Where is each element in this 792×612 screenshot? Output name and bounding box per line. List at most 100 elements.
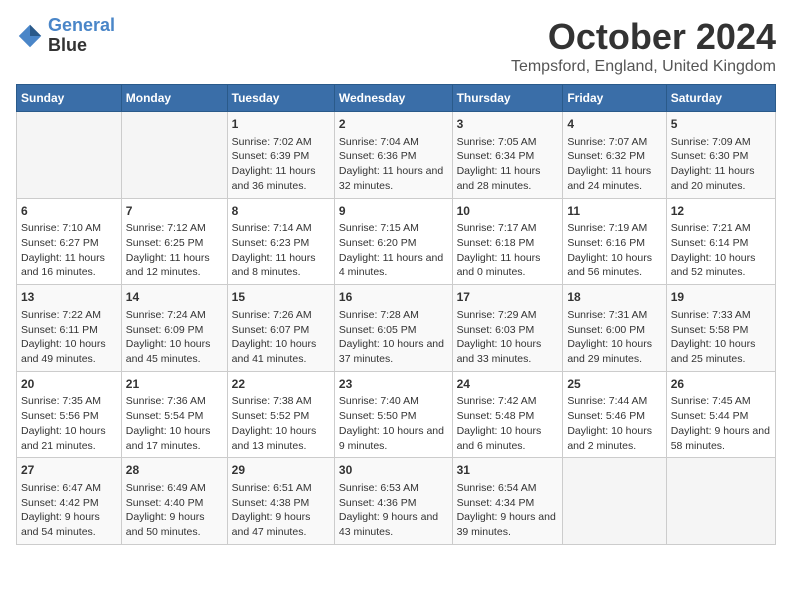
- daylight-text: Daylight: 11 hours and 4 minutes.: [339, 252, 443, 279]
- day-number: 28: [126, 462, 223, 479]
- daylight-text: Daylight: 9 hours and 39 minutes.: [457, 511, 556, 538]
- sunrise-text: Sunrise: 7:21 AM: [671, 222, 751, 234]
- calendar-cell: 8Sunrise: 7:14 AMSunset: 6:23 PMDaylight…: [227, 198, 334, 285]
- calendar-header-row: SundayMondayTuesdayWednesdayThursdayFrid…: [17, 85, 776, 112]
- calendar-cell: [17, 112, 122, 199]
- sunrise-text: Sunrise: 7:42 AM: [457, 395, 537, 407]
- sunset-text: Sunset: 4:36 PM: [339, 497, 417, 509]
- sunset-text: Sunset: 6:23 PM: [232, 237, 310, 249]
- calendar-cell: 9Sunrise: 7:15 AMSunset: 6:20 PMDaylight…: [334, 198, 452, 285]
- calendar-cell: [666, 458, 775, 545]
- sunrise-text: Sunrise: 7:19 AM: [567, 222, 647, 234]
- sunrise-text: Sunrise: 7:02 AM: [232, 136, 312, 148]
- sunset-text: Sunset: 6:27 PM: [21, 237, 99, 249]
- sunrise-text: Sunrise: 7:28 AM: [339, 309, 419, 321]
- daylight-text: Daylight: 11 hours and 36 minutes.: [232, 165, 316, 192]
- sunset-text: Sunset: 6:03 PM: [457, 324, 535, 336]
- sunrise-text: Sunrise: 7:29 AM: [457, 309, 537, 321]
- daylight-text: Daylight: 10 hours and 6 minutes.: [457, 425, 542, 452]
- calendar-cell: 1Sunrise: 7:02 AMSunset: 6:39 PMDaylight…: [227, 112, 334, 199]
- day-number: 18: [567, 289, 661, 306]
- sunrise-text: Sunrise: 7:09 AM: [671, 136, 751, 148]
- sunset-text: Sunset: 6:36 PM: [339, 150, 417, 162]
- calendar-cell: 11Sunrise: 7:19 AMSunset: 6:16 PMDayligh…: [563, 198, 666, 285]
- sunrise-text: Sunrise: 7:45 AM: [671, 395, 751, 407]
- sunset-text: Sunset: 6:32 PM: [567, 150, 645, 162]
- daylight-text: Daylight: 10 hours and 37 minutes.: [339, 338, 444, 365]
- day-of-week-header: Wednesday: [334, 85, 452, 112]
- day-number: 23: [339, 376, 448, 393]
- day-number: 31: [457, 462, 559, 479]
- day-number: 6: [21, 203, 117, 220]
- calendar-cell: 13Sunrise: 7:22 AMSunset: 6:11 PMDayligh…: [17, 285, 122, 372]
- day-number: 2: [339, 116, 448, 133]
- daylight-text: Daylight: 10 hours and 13 minutes.: [232, 425, 317, 452]
- sunrise-text: Sunrise: 7:14 AM: [232, 222, 312, 234]
- sunset-text: Sunset: 6:18 PM: [457, 237, 535, 249]
- sunrise-text: Sunrise: 7:10 AM: [21, 222, 101, 234]
- calendar-cell: 22Sunrise: 7:38 AMSunset: 5:52 PMDayligh…: [227, 371, 334, 458]
- daylight-text: Daylight: 11 hours and 8 minutes.: [232, 252, 316, 279]
- day-of-week-header: Thursday: [452, 85, 563, 112]
- daylight-text: Daylight: 10 hours and 56 minutes.: [567, 252, 652, 279]
- sunset-text: Sunset: 6:39 PM: [232, 150, 310, 162]
- sunset-text: Sunset: 5:48 PM: [457, 410, 535, 422]
- sunset-text: Sunset: 6:20 PM: [339, 237, 417, 249]
- sunrise-text: Sunrise: 6:49 AM: [126, 482, 206, 494]
- calendar-cell: 7Sunrise: 7:12 AMSunset: 6:25 PMDaylight…: [121, 198, 227, 285]
- sunrise-text: Sunrise: 7:40 AM: [339, 395, 419, 407]
- logo-icon: [16, 22, 44, 50]
- logo-text: General Blue: [48, 16, 115, 56]
- daylight-text: Daylight: 10 hours and 21 minutes.: [21, 425, 106, 452]
- calendar-cell: 31Sunrise: 6:54 AMSunset: 4:34 PMDayligh…: [452, 458, 563, 545]
- day-of-week-header: Sunday: [17, 85, 122, 112]
- calendar-cell: 14Sunrise: 7:24 AMSunset: 6:09 PMDayligh…: [121, 285, 227, 372]
- sunrise-text: Sunrise: 7:35 AM: [21, 395, 101, 407]
- day-number: 12: [671, 203, 771, 220]
- daylight-text: Daylight: 10 hours and 17 minutes.: [126, 425, 211, 452]
- day-number: 16: [339, 289, 448, 306]
- calendar-cell: 21Sunrise: 7:36 AMSunset: 5:54 PMDayligh…: [121, 371, 227, 458]
- calendar-cell: 30Sunrise: 6:53 AMSunset: 4:36 PMDayligh…: [334, 458, 452, 545]
- calendar-cell: 19Sunrise: 7:33 AMSunset: 5:58 PMDayligh…: [666, 285, 775, 372]
- calendar-cell: 15Sunrise: 7:26 AMSunset: 6:07 PMDayligh…: [227, 285, 334, 372]
- day-number: 27: [21, 462, 117, 479]
- sunrise-text: Sunrise: 7:05 AM: [457, 136, 537, 148]
- day-of-week-header: Saturday: [666, 85, 775, 112]
- calendar-week-row: 20 Sunrise: 7:35 AM Sunset: 5:56 PM Dayligh…: [17, 371, 776, 458]
- day-number: 25: [567, 376, 661, 393]
- sunrise-text: Sunrise: 7:24 AM: [126, 309, 206, 321]
- day-number: 4: [567, 116, 661, 133]
- sunset-text: Sunset: 5:46 PM: [567, 410, 645, 422]
- daylight-text: Daylight: 11 hours and 16 minutes.: [21, 252, 105, 279]
- sunset-text: Sunset: 5:56 PM: [21, 410, 99, 422]
- daylight-text: Daylight: 11 hours and 24 minutes.: [567, 165, 651, 192]
- calendar-cell: 18Sunrise: 7:31 AMSunset: 6:00 PMDayligh…: [563, 285, 666, 372]
- sunset-text: Sunset: 4:38 PM: [232, 497, 310, 509]
- sunset-text: Sunset: 6:11 PM: [21, 324, 98, 336]
- sunset-text: Sunset: 4:34 PM: [457, 497, 535, 509]
- daylight-text: Daylight: 11 hours and 28 minutes.: [457, 165, 541, 192]
- day-of-week-header: Monday: [121, 85, 227, 112]
- sunrise-text: Sunrise: 7:15 AM: [339, 222, 419, 234]
- day-number: 22: [232, 376, 330, 393]
- day-number: 19: [671, 289, 771, 306]
- daylight-text: Daylight: 9 hours and 54 minutes.: [21, 511, 100, 538]
- day-number: 10: [457, 203, 559, 220]
- daylight-text: Daylight: 10 hours and 45 minutes.: [126, 338, 211, 365]
- day-number: 15: [232, 289, 330, 306]
- calendar-cell: 26Sunrise: 7:45 AMSunset: 5:44 PMDayligh…: [666, 371, 775, 458]
- calendar-cell: [563, 458, 666, 545]
- sunset-text: Sunset: 6:30 PM: [671, 150, 749, 162]
- daylight-text: Daylight: 9 hours and 50 minutes.: [126, 511, 205, 538]
- daylight-text: Daylight: 11 hours and 32 minutes.: [339, 165, 443, 192]
- calendar-cell: 29Sunrise: 6:51 AMSunset: 4:38 PMDayligh…: [227, 458, 334, 545]
- calendar-cell: [121, 112, 227, 199]
- sunrise-text: Sunrise: 7:26 AM: [232, 309, 312, 321]
- sunrise-text: Sunrise: 7:33 AM: [671, 309, 751, 321]
- location: Tempsford, England, United Kingdom: [511, 58, 776, 76]
- day-number: 20: [21, 376, 117, 393]
- day-number: 7: [126, 203, 223, 220]
- calendar-cell: 23Sunrise: 7:40 AMSunset: 5:50 PMDayligh…: [334, 371, 452, 458]
- day-number: 13: [21, 289, 117, 306]
